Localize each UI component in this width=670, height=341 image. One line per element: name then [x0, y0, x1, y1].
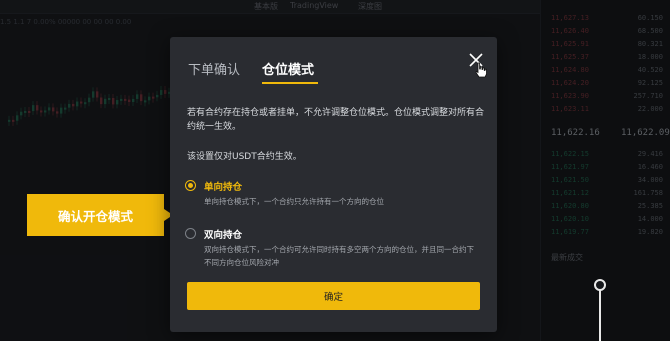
- option-hedge[interactable]: 双向持仓 双向持仓模式下，一个合约可允许同时持有多空两个方向的仓位，并且同一合约…: [185, 227, 485, 273]
- hand-cursor-icon: [474, 62, 488, 78]
- callout-label: 确认开仓模式: [27, 194, 173, 236]
- mode-description: 若有合约存在持仓或者挂单，不允许调整仓位模式。仓位模式调整对所有合约统一生效。: [187, 108, 485, 132]
- callout-text: 确认开仓模式: [58, 209, 134, 224]
- option-one-way-title: 单向持仓: [204, 182, 243, 193]
- confirm-button[interactable]: 确定: [187, 282, 480, 310]
- radio-one-way[interactable]: [185, 180, 196, 191]
- app-screen: 基本版 TradingView 深度图 1.5 1.1 7 0.00% 0000…: [0, 0, 670, 341]
- usdt-scope-note: 该设置仅对USDT合约生效。: [187, 152, 302, 162]
- position-mode-dialog: 下单确认 仓位模式 若有合约存在持仓或者挂单，不允许调整仓位模式。仓位模式调整对…: [170, 37, 497, 332]
- option-hedge-title: 双向持仓: [204, 230, 243, 241]
- option-hedge-desc: 双向持仓模式下，一个合约可允许同时持有多空两个方向的仓位，并且同一合约下不同方向…: [204, 245, 474, 267]
- tab-order-confirm[interactable]: 下单确认: [188, 59, 240, 78]
- option-one-way[interactable]: 单向持仓 单向持仓模式下，一个合约只允许持有一个方向的仓位: [185, 179, 485, 209]
- active-tab-indicator: [262, 82, 318, 84]
- radio-hedge[interactable]: [185, 228, 196, 239]
- option-one-way-desc: 单向持仓模式下，一个合约只允许持有一个方向的仓位: [204, 197, 384, 206]
- scroll-track[interactable]: [599, 284, 601, 341]
- tab-position-mode[interactable]: 仓位模式: [262, 59, 314, 78]
- scroll-handle[interactable]: [594, 279, 606, 291]
